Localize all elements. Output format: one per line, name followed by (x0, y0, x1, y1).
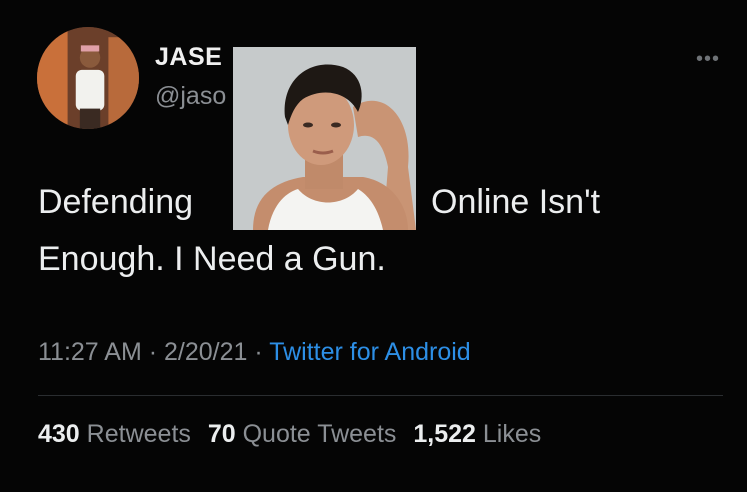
meta-separator: · (148, 338, 158, 366)
tweet-date[interactable]: 2/20/21 (164, 338, 247, 366)
quote-tweets-label: Quote Tweets (242, 420, 397, 448)
tweet-text-line1-end: Online Isn't (431, 183, 601, 221)
tweet-stats: 430 Retweets 70 Quote Tweets 1,522 Likes (38, 420, 551, 449)
tweet-time[interactable]: 11:27 AM (38, 338, 142, 366)
quote-tweets-stat[interactable]: 70 Quote Tweets (208, 420, 397, 448)
tweet-source-link[interactable]: Twitter for Android (269, 338, 470, 366)
likes-stat[interactable]: 1,522 Likes (413, 420, 541, 448)
user-handle[interactable]: @jaso (155, 82, 226, 111)
retweets-stat[interactable]: 430 Retweets (38, 420, 191, 448)
tweet-text-line1-start: Defending (38, 183, 194, 221)
overlay-photo (233, 47, 416, 230)
likes-label: Likes (482, 420, 542, 448)
divider (38, 395, 723, 396)
quote-tweets-count: 70 (207, 420, 236, 448)
likes-count: 1,522 (413, 420, 476, 448)
more-horizontal-icon[interactable]: ••• (696, 48, 720, 71)
display-name[interactable]: JASE (155, 43, 222, 72)
tweet-meta: 11:27 AM · 2/20/21 · Twitter for Android (38, 338, 471, 367)
meta-separator: · (254, 338, 263, 366)
retweets-count: 430 (38, 420, 80, 448)
retweets-label: Retweets (86, 420, 191, 448)
tweet-text-line2: Enough. I Need a Gun. (38, 240, 386, 278)
avatar[interactable] (37, 27, 139, 129)
